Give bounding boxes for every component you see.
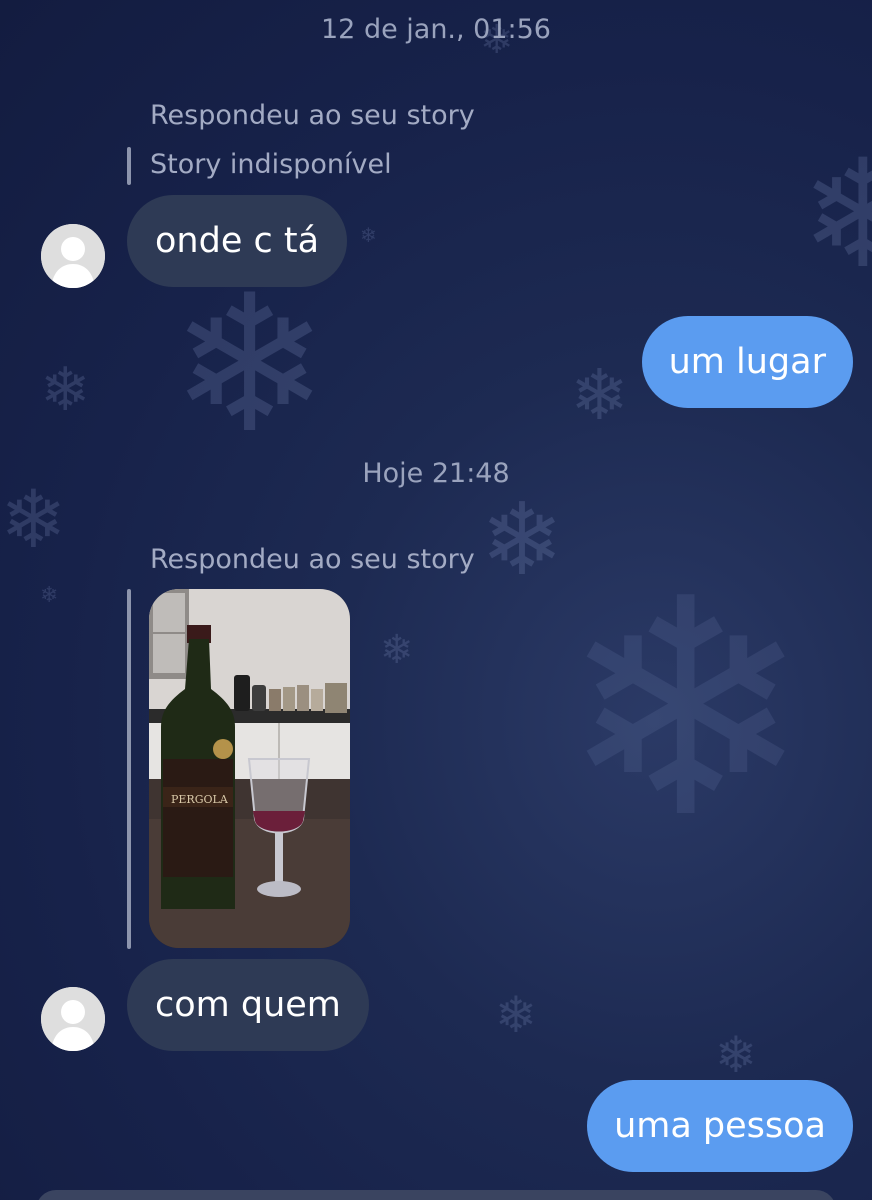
avatar[interactable] [41,224,105,288]
wine-bottle-photo: PERGOLA [149,589,350,948]
message-composer[interactable] [36,1190,836,1200]
svg-text:PERGOLA: PERGOLA [171,793,229,806]
snowflake-icon: ❄ [40,583,59,608]
chat-screen: ❄ ❄ ❄ ❄ ❄ ❄ ❄ ❄ ❄ ❄ ❄ ❄ ❄ 12 de jan., 01… [0,0,872,1200]
default-user-avatar-icon [41,987,105,1051]
timestamp-divider: Hoje 21:48 [362,458,510,489]
snowflake-icon: ❄ [495,986,537,1044]
story-unavailable-text: Story indisponível [150,149,392,180]
snowflake-icon: ❄ [40,355,91,425]
quote-bar [127,147,131,185]
snowflake-icon: ❄ [715,1026,757,1084]
incoming-message-bubble[interactable]: onde c tá [127,195,348,287]
outgoing-message-bubble[interactable]: um lugar [641,316,853,408]
snowflake-icon: ❄ [170,254,330,475]
avatar[interactable] [41,987,105,1051]
story-thumbnail[interactable]: PERGOLA [149,589,350,948]
snowflake-icon: ❄ [800,128,872,302]
snowflake-icon: ❄ [360,223,377,247]
snowflake-icon: ❄ [0,473,68,566]
snowflake-icon: ❄ [380,627,414,673]
incoming-message-bubble[interactable]: com quem [127,959,369,1051]
snowflake-icon: ❄ [570,354,629,436]
snowflake-icon: ❄ [560,535,812,884]
snowflake-icon: ❄ [480,481,564,598]
outgoing-message-bubble[interactable]: uma pessoa [587,1080,853,1172]
default-user-avatar-icon [41,224,105,288]
timestamp-divider: 12 de jan., 01:56 [321,14,551,45]
story-reply-label: Respondeu ao seu story [150,544,475,575]
story-reply-label: Respondeu ao seu story [150,100,475,131]
quote-bar [127,589,131,949]
